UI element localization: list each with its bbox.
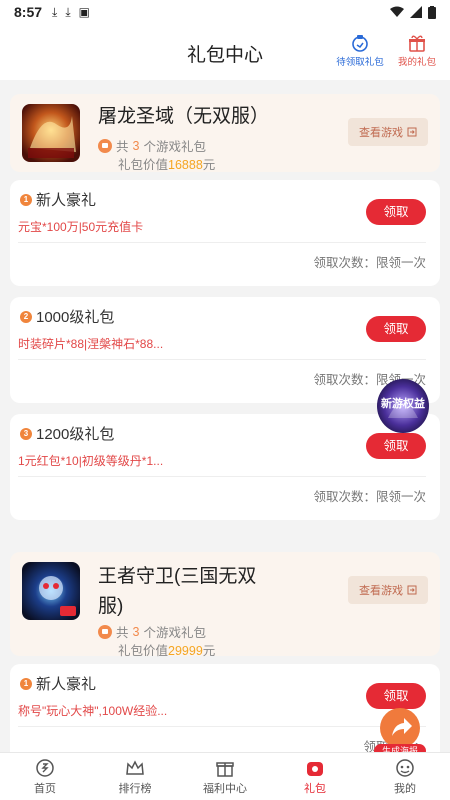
gift-description: 元宝*100万|50元充值卡 — [18, 220, 144, 234]
tab-home-label: 首页 — [34, 782, 56, 795]
divider — [18, 242, 426, 243]
gift-value-number: 16888 — [168, 158, 203, 172]
claimable-gifts-button[interactable]: 待领取礼包 — [333, 34, 387, 68]
tab-ranking-label: 排行榜 — [118, 782, 152, 795]
gift-count-prefix: 共 — [116, 626, 129, 640]
gift-value-prefix: 礼包价值 — [118, 158, 169, 172]
new-game-benefits-label: 新游权益 — [381, 398, 425, 410]
new-game-benefits-button[interactable]: 新游权益 — [376, 378, 430, 434]
gift-description: 时装碎片*88|涅槃神石*88... — [18, 337, 164, 351]
download-icon: ⤓ — [52, 4, 58, 19]
divider — [18, 359, 426, 360]
gift-count-suffix: 个游戏礼包 — [143, 140, 206, 154]
game-name: 屠龙圣域（无双服） — [98, 106, 270, 127]
bottom-tab-bar: 首页 排行榜 福利中心 礼包 我的 — [0, 752, 450, 800]
gift-item: 1 新人豪礼 元宝*100万|50元充值卡 领取 领取次数：限领一次 — [10, 180, 440, 286]
gift-title: 1000级礼包 — [36, 309, 115, 326]
claim-button[interactable]: 领取 — [366, 316, 426, 342]
claimable-gifts-label: 待领取礼包 — [336, 57, 384, 68]
gift-count-number: 3 — [132, 138, 140, 153]
my-gifts-button[interactable]: 我的礼包 — [390, 34, 444, 68]
game-card: 屠龙圣域（无双服） 共 3 个游戏礼包 礼包价值16888元 查看游戏 — [10, 94, 440, 172]
tab-welfare-center-label: 福利中心 — [203, 782, 247, 795]
claim-times: 领取次数：限领一次 — [313, 256, 426, 270]
gift-description: 称号"玩心大神",100W经验... — [18, 704, 168, 718]
game-name-line1: 王者守卫(三国无双 — [98, 566, 257, 587]
gift-title: 新人豪礼 — [36, 192, 97, 209]
game-name-line2: 服) — [98, 596, 124, 617]
claim-button[interactable]: 领取 — [366, 433, 426, 459]
divider — [18, 476, 426, 477]
profile-icon — [396, 758, 414, 777]
gift-value: 礼包价值16888元 — [118, 154, 215, 173]
gift-count: 共 3 个游戏礼包 — [98, 136, 206, 155]
view-game-button[interactable]: 查看游戏 — [348, 118, 428, 146]
gift-pending-icon — [352, 35, 368, 52]
game-logo[interactable] — [22, 562, 80, 620]
tab-ranking[interactable]: 排行榜 — [90, 753, 180, 800]
tab-home[interactable]: 首页 — [0, 753, 90, 800]
gift-value-prefix: 礼包价值 — [118, 644, 169, 658]
tab-gift-pack-label: 礼包 — [304, 782, 326, 795]
gift-rank-badge: 1 — [20, 678, 32, 690]
game-name: 王者守卫(三国无双 服) — [98, 562, 256, 622]
gift-bag-icon — [307, 761, 323, 776]
view-game-label: 查看游戏 — [359, 127, 403, 139]
gift-value-number: 29999 — [168, 644, 203, 658]
app-notification-icon: ▣ — [78, 5, 90, 19]
gift-value-suffix: 元 — [202, 644, 216, 658]
divider — [18, 726, 426, 727]
status-time: 8:57 — [14, 4, 43, 20]
gift-value: 礼包价值29999元 — [118, 640, 215, 659]
signal-icon — [410, 6, 422, 18]
gift-title: 1200级礼包 — [36, 426, 115, 443]
gift-count-number: 3 — [132, 624, 140, 639]
gift-count-prefix: 共 — [116, 140, 129, 154]
enter-icon — [407, 585, 417, 595]
page-header: 礼包中心 待领取礼包 我的礼包 — [0, 24, 450, 80]
claim-times: 领取次数：限领一次 — [313, 490, 426, 504]
gift-title: 新人豪礼 — [36, 676, 97, 693]
tab-welfare-center[interactable]: 福利中心 — [180, 753, 270, 800]
gift-box-icon — [216, 761, 234, 777]
game-card: 王者守卫(三国无双 服) 共 3 个游戏礼包 礼包价值29999元 查看游戏 — [10, 552, 440, 659]
gift-icon — [409, 35, 425, 52]
claim-button[interactable]: 领取 — [366, 199, 426, 225]
gift-item: 2 1000级礼包 时装碎片*88|涅槃神石*88... 领取 领取次数：限领一… — [10, 297, 440, 403]
gift-rank-badge: 3 — [20, 428, 32, 440]
gift-count-icon — [98, 138, 112, 153]
gift-count-icon — [98, 624, 112, 639]
gift-count: 共 3 个游戏礼包 — [98, 622, 206, 641]
home-icon — [36, 758, 54, 777]
gift-count-suffix: 个游戏礼包 — [143, 626, 206, 640]
game-logo[interactable] — [22, 104, 80, 162]
battery-icon — [428, 5, 436, 19]
gift-value-suffix: 元 — [202, 158, 216, 172]
crown-icon — [126, 759, 144, 775]
gift-item: 3 1200级礼包 1元红包*10|初级等级丹*1... 领取 领取次数：限领一… — [10, 414, 440, 520]
my-gifts-label: 我的礼包 — [397, 57, 436, 68]
tab-profile-label: 我的 — [394, 782, 416, 795]
gift-rank-badge: 2 — [20, 311, 32, 323]
wifi-icon — [390, 6, 404, 17]
view-game-label: 查看游戏 — [359, 585, 403, 597]
enter-icon — [407, 127, 417, 137]
gift-rank-badge: 1 — [20, 194, 32, 206]
generate-poster-button[interactable]: 生成海报 — [374, 706, 426, 758]
status-bar: 8:57 ⤓ ⤓ ▣ — [0, 0, 450, 24]
gift-description: 1元红包*10|初级等级丹*1... — [18, 454, 164, 468]
view-game-button[interactable]: 查看游戏 — [348, 576, 428, 604]
download-icon: ⤓ — [65, 4, 71, 19]
tab-profile[interactable]: 我的 — [360, 753, 450, 800]
tab-gift-pack[interactable]: 礼包 — [270, 753, 360, 800]
